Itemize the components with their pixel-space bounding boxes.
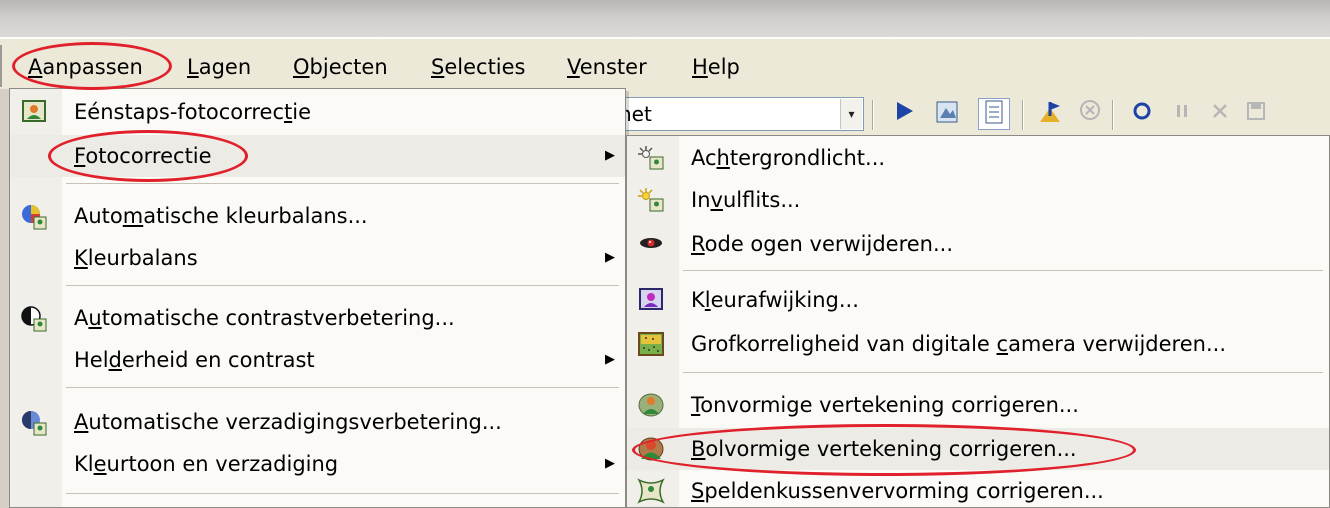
save-icon[interactable]	[1240, 98, 1272, 130]
toolbar-separator	[872, 100, 874, 130]
chevron-down-icon: ▾	[848, 107, 855, 121]
menu-selecties-key: S	[431, 55, 445, 79]
menu-item-label: Fotocorrectie	[74, 144, 212, 168]
menu-aanpassen-label: anpassen	[42, 55, 143, 79]
menu-objecten[interactable]: Objecten	[287, 47, 394, 87]
menu-separator	[66, 493, 619, 494]
submenu-item-invulflits[interactable]: Invulflits...	[627, 179, 1329, 221]
combobox-dropdown-button[interactable]: ▾	[840, 99, 862, 129]
left-panel-edge	[0, 89, 9, 508]
fill-flash-icon	[637, 187, 665, 213]
menu-item-automatische-contrastverbetering[interactable]: Automatische contrastverbetering...	[10, 297, 625, 339]
menu-objecten-key: O	[293, 55, 310, 79]
menu-separator	[683, 372, 1323, 373]
toolbar-separator	[1112, 100, 1114, 130]
toolbar-combobox[interactable]: net ▾	[612, 97, 864, 131]
backlight-icon	[637, 145, 665, 171]
menu-separator	[66, 183, 619, 184]
menu-item-label: Bolvormige vertekening corrigeren...	[691, 437, 1077, 461]
window-titlebar	[0, 0, 1330, 37]
menu-item-label: Tonvormige vertekening corrigeren...	[691, 393, 1079, 417]
submenu-item-tonvormige-vertekening[interactable]: Tonvormige vertekening corrigeren...	[627, 384, 1329, 426]
menu-venster-label: enster	[579, 55, 647, 79]
fotocorrectie-submenu: Achtergrondlicht... Invulflits... Rode o…	[626, 135, 1330, 508]
contrast-icon	[20, 305, 48, 332]
menu-help-key: H	[692, 55, 708, 79]
menu-item-fotocorrectie[interactable]: Fotocorrectie ▶	[10, 135, 625, 177]
menu-selecties[interactable]: Selecties	[425, 47, 532, 87]
menu-aanpassen[interactable]: Aanpassen	[22, 47, 149, 87]
submenu-arrow-icon: ▶	[605, 250, 615, 265]
fisheye-distortion-icon	[637, 436, 665, 462]
color-balance-icon	[20, 203, 48, 230]
menu-aanpassen-key: A	[28, 55, 43, 79]
menu-help-label: elp	[707, 55, 740, 79]
menu-separator	[683, 270, 1323, 271]
menu-item-automatische-kleurbalans[interactable]: Automatische kleurbalans...	[10, 195, 625, 237]
menu-item-label: Helderheid en contrast	[74, 348, 315, 372]
cancel-icon[interactable]	[1204, 98, 1236, 130]
aanpassen-dropdown-menu: Eénstaps-fotocorrectie Fotocorrectie ▶ A…	[9, 88, 626, 508]
play-icon[interactable]	[888, 98, 920, 130]
menu-item-kleurtoon-en-verzadiging[interactable]: Kleurtoon en verzadiging ▶	[10, 443, 625, 485]
pincushion-distortion-icon	[637, 478, 665, 504]
menu-help[interactable]: Help	[686, 47, 746, 87]
menu-lagen-key: L	[187, 55, 199, 79]
submenu-item-bolvormige-vertekening[interactable]: Bolvormige vertekening corrigeren...	[627, 428, 1329, 470]
menu-bar: Aanpassen Lagen Objecten Selecties Venst…	[0, 37, 1330, 89]
red-eye-icon	[637, 231, 665, 257]
menu-lagen-label: agen	[198, 55, 252, 79]
menu-item-label: Eénstaps-fotocorrectie	[74, 100, 312, 124]
noise-removal-icon	[637, 331, 665, 357]
menu-separator	[66, 387, 619, 388]
menu-item-eenstaps-fotocorrectie[interactable]: Eénstaps-fotocorrectie	[10, 91, 625, 133]
menu-separator	[66, 285, 619, 286]
saturation-icon	[20, 409, 48, 436]
submenu-item-speldenkussenvervorming[interactable]: Speldenkussenvervorming corrigeren...	[627, 470, 1329, 508]
menu-item-label: Kleurafwijking...	[691, 288, 859, 312]
menu-venster[interactable]: Venster	[561, 47, 653, 87]
submenu-arrow-icon: ▶	[605, 148, 615, 163]
submenu-item-kleurafwijking[interactable]: Kleurafwijking...	[627, 279, 1329, 321]
stop-circle-icon[interactable]	[1074, 98, 1106, 130]
pause-icon[interactable]	[1166, 98, 1198, 130]
submenu-item-rode-ogen-verwijderen[interactable]: Rode ogen verwijderen...	[627, 223, 1329, 265]
menu-item-automatische-verzadigingsverbetering[interactable]: Automatische verzadigingsverbetering...	[10, 401, 625, 443]
menu-item-label: Achtergrondlicht...	[691, 146, 886, 170]
record-icon[interactable]	[1126, 98, 1158, 130]
submenu-arrow-icon: ▶	[605, 456, 615, 471]
menu-objecten-label: bjecten	[309, 55, 388, 79]
menubar-grip	[0, 45, 8, 87]
menu-item-label: Automatische contrastverbetering...	[74, 306, 455, 330]
toolbar-separator	[1022, 100, 1024, 130]
menu-item-label: Speldenkussenvervorming corrigeren...	[691, 479, 1104, 503]
image-edit-icon[interactable]	[932, 98, 964, 130]
chromatic-aberration-icon	[637, 287, 665, 313]
menu-item-label: Kleurbalans	[74, 246, 198, 270]
menu-venster-key: V	[567, 55, 580, 79]
submenu-item-grofkorreligheid[interactable]: Grofkorreligheid van digitale camera ver…	[627, 323, 1329, 365]
menu-lagen[interactable]: Lagen	[181, 47, 257, 87]
menu-item-label: Invulflits...	[691, 188, 801, 212]
arrow-flag-icon[interactable]	[1034, 98, 1066, 130]
submenu-arrow-icon: ▶	[605, 352, 615, 367]
menu-item-label: Automatische verzadigingsverbetering...	[74, 410, 502, 434]
menu-item-label: Grofkorreligheid van digitale camera ver…	[691, 332, 1226, 356]
menu-item-label: Kleurtoon en verzadiging	[74, 452, 339, 476]
menu-item-label: Rode ogen verwijderen...	[691, 232, 954, 256]
document-icon[interactable]	[978, 98, 1010, 130]
menu-item-label: Automatische kleurbalans...	[74, 204, 368, 228]
menu-item-helderheid-en-contrast[interactable]: Helderheid en contrast ▶	[10, 339, 625, 381]
menu-item-kleurbalans[interactable]: Kleurbalans ▶	[10, 237, 625, 279]
submenu-item-achtergrondlicht[interactable]: Achtergrondlicht...	[627, 137, 1329, 179]
photo-person-icon	[20, 99, 48, 125]
barrel-distortion-icon	[637, 392, 665, 418]
menu-selecties-label: electies	[444, 55, 526, 79]
